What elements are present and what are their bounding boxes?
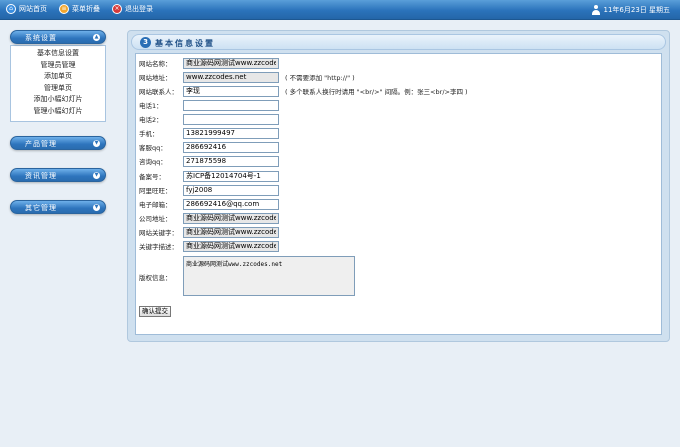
chevron-down-icon: ▼ <box>93 140 100 147</box>
address-label: 公司地址： <box>139 215 172 223</box>
qq-label: 客服qq： <box>139 144 167 152</box>
mobile-label: 手机： <box>139 130 159 138</box>
sidebar-item-manage-slide[interactable]: 管理小幅幻灯片 <box>11 106 105 118</box>
qq-input[interactable] <box>183 141 279 153</box>
phone1-label: 电话1： <box>139 102 163 110</box>
settings-form: 网站名称： 网站地址： ( 不需要添加 "http://" ) 网站联系人： (… <box>135 53 662 335</box>
sidebar-item-add-slide[interactable]: 添加小幅幻灯片 <box>11 94 105 106</box>
sidebar-group-title: 资讯管理 <box>25 172 57 180</box>
datetime-text: 11年6月23日 星期五 <box>603 6 671 14</box>
email-label: 电子邮箱： <box>139 201 172 209</box>
icp-input[interactable] <box>183 170 279 182</box>
sidebar-item-manage-page[interactable]: 管理单页 <box>11 83 105 95</box>
sidebar: 系统设置 ▲ 基本信息设置 管理员管理 添加单页 管理单页 添加小幅幻灯片 管理… <box>10 30 106 224</box>
sidebar-menu: 基本信息设置 管理员管理 添加单页 管理单页 添加小幅幻灯片 管理小幅幻灯片 <box>10 45 106 122</box>
step-number-badge: 3 <box>140 37 151 48</box>
wangwang-label: 阿里旺旺： <box>139 187 172 195</box>
menu-icon: ≡ <box>59 4 69 14</box>
sidebar-group-system: 系统设置 ▲ 基本信息设置 管理员管理 添加单页 管理单页 添加小幅幻灯片 管理… <box>10 30 106 122</box>
description-label: 关键字描述： <box>139 243 178 251</box>
logout-label: 退出登录 <box>125 5 153 13</box>
form-row-mobile: 手机： <box>139 127 279 139</box>
page-title: 基本信息设置 <box>155 39 215 48</box>
date-display: 11年6月23日 星期五 <box>591 5 671 15</box>
chevron-down-icon: ▼ <box>93 172 100 179</box>
phone2-input[interactable] <box>183 113 279 125</box>
submit-button[interactable]: 确认提交 <box>139 306 171 317</box>
menu-toggle-link[interactable]: ≡ 菜单折叠 <box>59 4 100 14</box>
home-link-label: 网站首页 <box>19 5 47 13</box>
top-bar: ⌂ 网站首页 ≡ 菜单折叠 × 退出登录 11年6月23日 星期五 <box>0 0 680 20</box>
form-row-phone1: 电话1： <box>139 99 279 111</box>
icp-label: 备案号： <box>139 173 165 181</box>
form-row-site-url: 网站地址： ( 不需要添加 "http://" ) <box>139 71 355 83</box>
keywords-label: 网站关键字： <box>139 229 178 237</box>
mobile-input[interactable] <box>183 127 279 139</box>
top-links: ⌂ 网站首页 ≡ 菜单折叠 × 退出登录 <box>6 4 153 14</box>
user-icon <box>591 5 601 15</box>
copyright-textarea[interactable]: 商业源码网测试www.zzcodes.net <box>183 256 355 296</box>
wangwang-input[interactable] <box>183 184 279 196</box>
form-row-site-name: 网站名称： <box>139 57 279 69</box>
form-row-email: 电子邮箱： <box>139 198 279 210</box>
site-url-label: 网站地址： <box>139 74 172 82</box>
main-panel: 3 基本信息设置 网站名称： 网站地址： ( 不需要添加 "http://" )… <box>127 30 670 342</box>
site-name-label: 网站名称： <box>139 60 172 68</box>
form-row-qq: 客服qq： <box>139 141 279 153</box>
menu-toggle-label: 菜单折叠 <box>72 5 100 13</box>
form-row-wangwang: 阿里旺旺： <box>139 184 279 196</box>
contact-hint: ( 多个联系人换行时请用 "<br/>" 间隔。例：张三<br/>李四 ) <box>285 88 468 96</box>
home-link[interactable]: ⌂ 网站首页 <box>6 4 47 14</box>
email-input[interactable] <box>183 198 279 210</box>
sidebar-group-header[interactable]: 资讯管理 ▼ <box>10 168 106 182</box>
form-row-keywords: 网站关键字： <box>139 226 279 238</box>
chevron-down-icon: ▼ <box>93 204 100 211</box>
address-input[interactable] <box>183 212 279 224</box>
contact-input[interactable] <box>183 85 279 97</box>
consult-qq-label: 咨询qq： <box>139 158 167 166</box>
phone2-label: 电话2： <box>139 116 163 124</box>
sidebar-item-basic-info[interactable]: 基本信息设置 <box>11 48 105 60</box>
sidebar-item-add-page[interactable]: 添加单页 <box>11 71 105 83</box>
sidebar-group-title: 系统设置 <box>25 34 57 42</box>
sidebar-item-admin[interactable]: 管理员管理 <box>11 60 105 72</box>
sidebar-group-header[interactable]: 系统设置 ▲ <box>10 30 106 44</box>
sidebar-group-other: 其它管理 ▼ <box>10 200 106 214</box>
form-row-description: 关键字描述： <box>139 240 279 252</box>
logout-link[interactable]: × 退出登录 <box>112 4 153 14</box>
site-url-hint: ( 不需要添加 "http://" ) <box>285 74 355 82</box>
sidebar-group-news: 资讯管理 ▼ <box>10 168 106 182</box>
chevron-up-icon: ▲ <box>93 34 100 41</box>
copyright-label: 版权信息： <box>139 274 172 282</box>
panel-header: 3 基本信息设置 <box>131 34 666 50</box>
keywords-input[interactable] <box>183 226 279 238</box>
phone1-input[interactable] <box>183 99 279 111</box>
sidebar-group-header[interactable]: 其它管理 ▼ <box>10 200 106 214</box>
sidebar-group-header[interactable]: 产品管理 ▼ <box>10 136 106 150</box>
consult-qq-input[interactable] <box>183 155 279 167</box>
form-row-contact: 网站联系人： ( 多个联系人换行时请用 "<br/>" 间隔。例：张三<br/>… <box>139 85 468 97</box>
form-row-consult-qq: 咨询qq： <box>139 155 279 167</box>
close-icon: × <box>112 4 122 14</box>
sidebar-group-products: 产品管理 ▼ <box>10 136 106 150</box>
site-url-input[interactable] <box>183 71 279 83</box>
site-name-input[interactable] <box>183 57 279 69</box>
home-icon: ⌂ <box>6 4 16 14</box>
form-row-phone2: 电话2： <box>139 113 279 125</box>
contact-label: 网站联系人： <box>139 88 178 96</box>
form-row-address: 公司地址： <box>139 212 279 224</box>
description-input[interactable] <box>183 240 279 252</box>
form-row-icp: 备案号： <box>139 170 279 182</box>
sidebar-group-title: 产品管理 <box>25 140 57 148</box>
sidebar-group-title: 其它管理 <box>25 204 57 212</box>
